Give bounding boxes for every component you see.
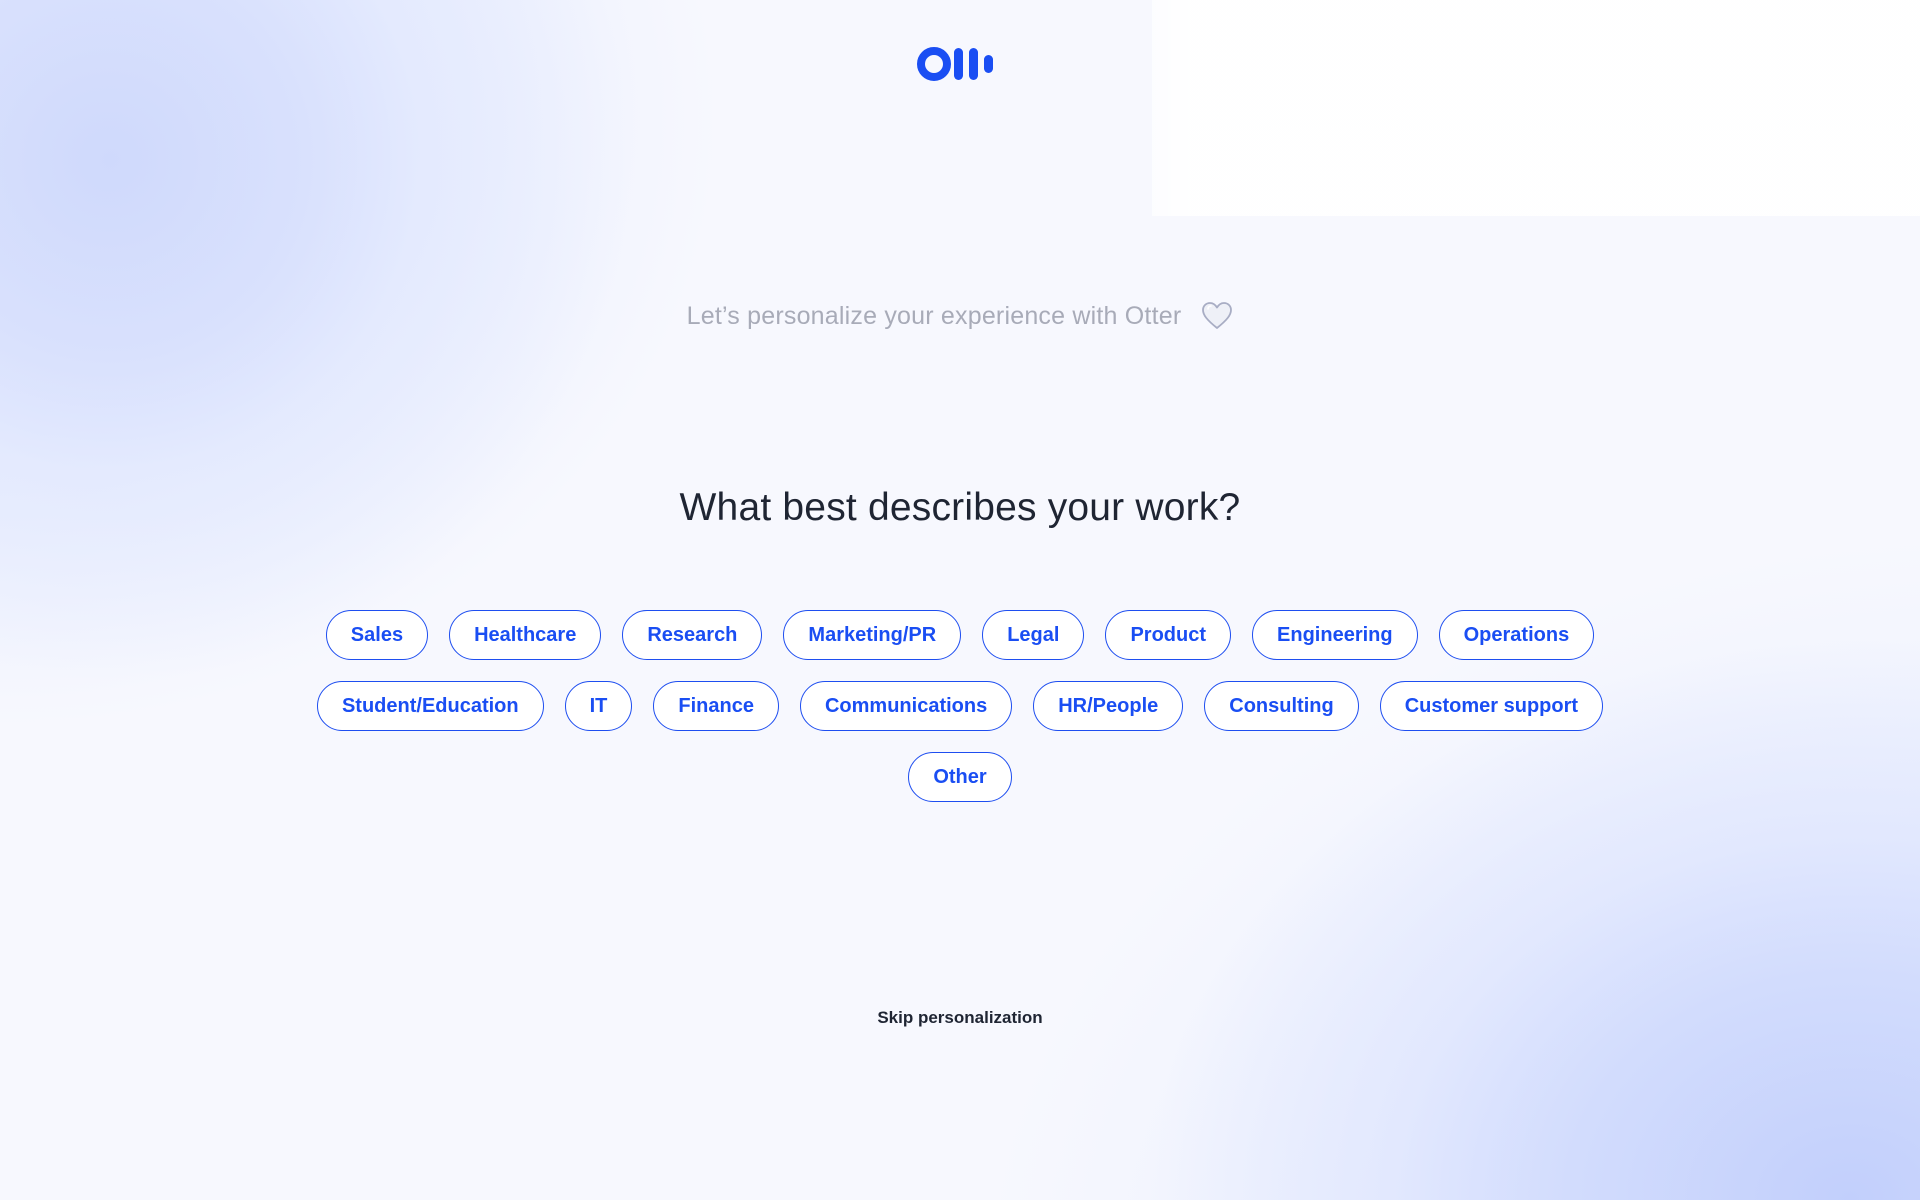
personalize-subtitle: Let’s personalize your experience with O… (0, 300, 1920, 332)
chip-row-1: Sales Healthcare Research Marketing/PR L… (325, 610, 1595, 660)
chip-legal[interactable]: Legal (982, 610, 1085, 660)
heart-icon (1201, 300, 1233, 332)
chip-marketing-pr[interactable]: Marketing/PR (783, 610, 962, 660)
chip-research[interactable]: Research (622, 610, 763, 660)
chip-finance[interactable]: Finance (653, 681, 779, 731)
chip-customer-support[interactable]: Customer support (1379, 681, 1604, 731)
chip-student-education[interactable]: Student/Education (316, 681, 544, 731)
skip-personalization-link[interactable]: Skip personalization (0, 1008, 1920, 1028)
chip-healthcare[interactable]: Healthcare (449, 610, 602, 660)
chip-row-2: Student/Education IT Finance Communicati… (316, 681, 1604, 731)
chip-consulting[interactable]: Consulting (1204, 681, 1359, 731)
chip-hr-people[interactable]: HR/People (1033, 681, 1184, 731)
subtitle-text: Let’s personalize your experience with O… (686, 301, 1182, 330)
chip-engineering[interactable]: Engineering (1252, 610, 1418, 660)
chip-it[interactable]: IT (564, 681, 633, 731)
otter-logo-icon (916, 46, 1004, 82)
chip-operations[interactable]: Operations (1438, 610, 1595, 660)
chip-sales[interactable]: Sales (325, 610, 429, 660)
chip-row-3: Other (908, 752, 1012, 802)
chip-communications[interactable]: Communications (799, 681, 1013, 731)
chip-other[interactable]: Other (908, 752, 1012, 802)
work-question-heading: What best describes your work? (679, 486, 1241, 529)
chip-product[interactable]: Product (1105, 610, 1232, 660)
work-category-options: Sales Healthcare Research Marketing/PR L… (0, 610, 1920, 802)
